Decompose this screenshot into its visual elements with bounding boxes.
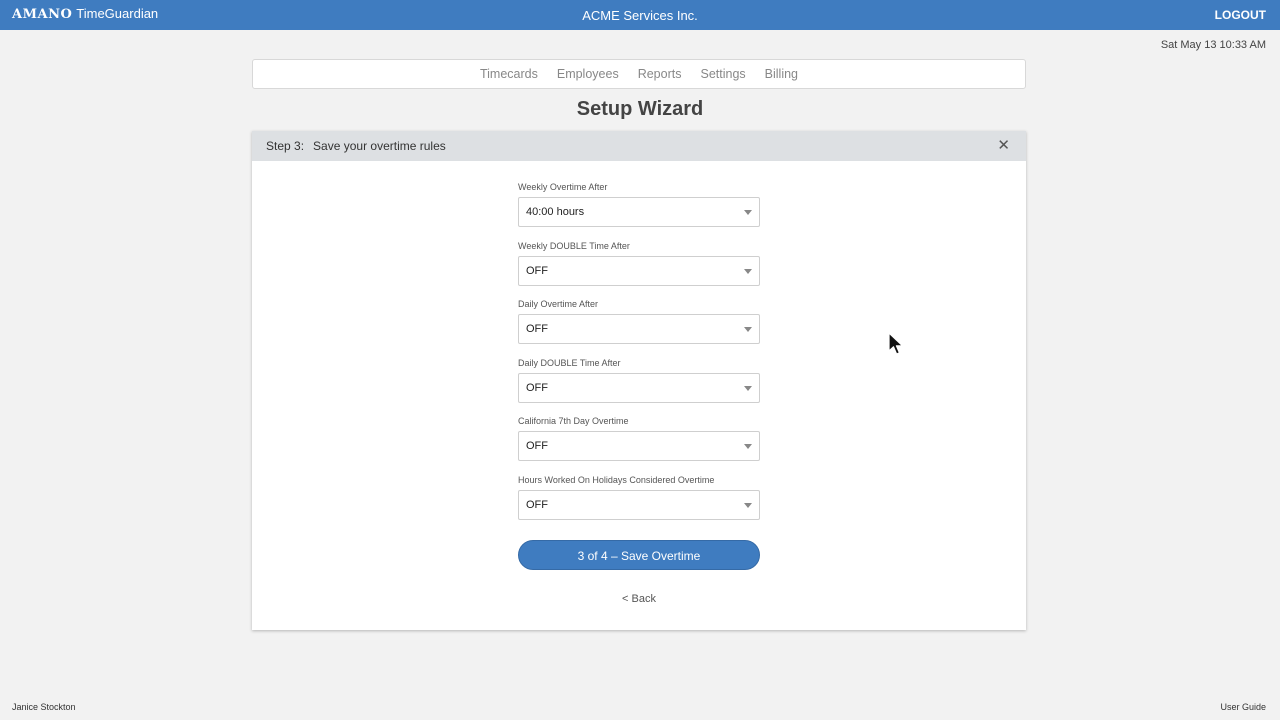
- field-daily-overtime: Daily Overtime After OFF: [518, 298, 760, 357]
- select-value: OFF: [526, 381, 548, 394]
- california-7th-day-select[interactable]: OFF: [518, 431, 760, 462]
- select-value: OFF: [526, 264, 548, 277]
- field-label: Weekly DOUBLE Time After: [518, 240, 630, 251]
- current-datetime: Sat May 13 10:33 AM: [1160, 39, 1266, 51]
- nav-settings[interactable]: Settings: [700, 67, 745, 81]
- page-title: Setup Wizard: [576, 98, 704, 120]
- field-weekly-overtime: Weekly Overtime After 40:00 hours: [518, 181, 760, 240]
- nav-employees[interactable]: Employees: [557, 67, 619, 81]
- close-icon[interactable]: ✕: [997, 138, 1010, 154]
- main-nav: Timecards Employees Reports Settings Bil…: [252, 59, 1026, 89]
- chevron-down-icon: [744, 210, 752, 215]
- daily-double-time-select[interactable]: OFF: [518, 372, 760, 403]
- select-value: OFF: [526, 323, 548, 336]
- user-guide-link[interactable]: User Guide: [1220, 702, 1266, 712]
- holiday-overtime-select[interactable]: OFF: [518, 489, 760, 520]
- select-value: OFF: [526, 440, 548, 453]
- chevron-down-icon: [744, 502, 752, 508]
- weekly-overtime-select[interactable]: 40:00 hours: [518, 197, 760, 227]
- field-holiday-overtime: Hours Worked On Holidays Considered Over…: [518, 474, 760, 533]
- field-daily-double-time: Daily DOUBLE Time After OFF: [518, 357, 760, 416]
- nav-reports[interactable]: Reports: [638, 67, 682, 81]
- field-label: Hours Worked On Holidays Considered Over…: [518, 474, 715, 485]
- footer-user-name: Janice Stockton: [12, 702, 76, 712]
- field-weekly-double-time: Weekly DOUBLE Time After OFF: [518, 240, 760, 299]
- chevron-down-icon: [744, 444, 752, 450]
- mouse-cursor-icon: [888, 332, 904, 355]
- nav-billing[interactable]: Billing: [765, 67, 798, 81]
- logout-link[interactable]: LOGOUT: [1215, 8, 1266, 22]
- nav-timecards[interactable]: Timecards: [480, 67, 538, 81]
- top-bar: AMANO TimeGuardian ACME Services Inc. LO…: [0, 0, 1280, 30]
- field-label: Daily Overtime After: [518, 299, 599, 310]
- weekly-double-time-select[interactable]: OFF: [518, 255, 760, 286]
- field-label: Daily DOUBLE Time After: [518, 357, 621, 368]
- select-value: OFF: [526, 498, 548, 511]
- wizard-step-header: Step 3: Save your overtime rules: [252, 131, 1026, 161]
- field-label: California 7th Day Overtime: [518, 416, 629, 427]
- chevron-down-icon: [744, 327, 752, 333]
- field-label: Weekly Overtime After: [518, 182, 608, 192]
- step-title: Save your overtime rules: [313, 139, 446, 153]
- wizard-card: Step 3: Save your overtime rules ✕ Weekl…: [252, 131, 1026, 630]
- chevron-down-icon: [744, 268, 752, 274]
- save-overtime-button[interactable]: 3 of 4 – Save Overtime: [518, 540, 760, 570]
- field-california-7th-day: California 7th Day Overtime OFF: [518, 415, 760, 474]
- daily-overtime-select[interactable]: OFF: [518, 314, 760, 345]
- back-link[interactable]: < Back: [518, 593, 760, 605]
- overtime-form: Weekly Overtime After 40:00 hours Weekly…: [518, 181, 760, 533]
- select-value: 40:00 hours: [526, 206, 585, 218]
- step-number: Step 3:: [266, 139, 305, 153]
- chevron-down-icon: [744, 385, 752, 391]
- company-name: ACME Services Inc.: [582, 8, 698, 23]
